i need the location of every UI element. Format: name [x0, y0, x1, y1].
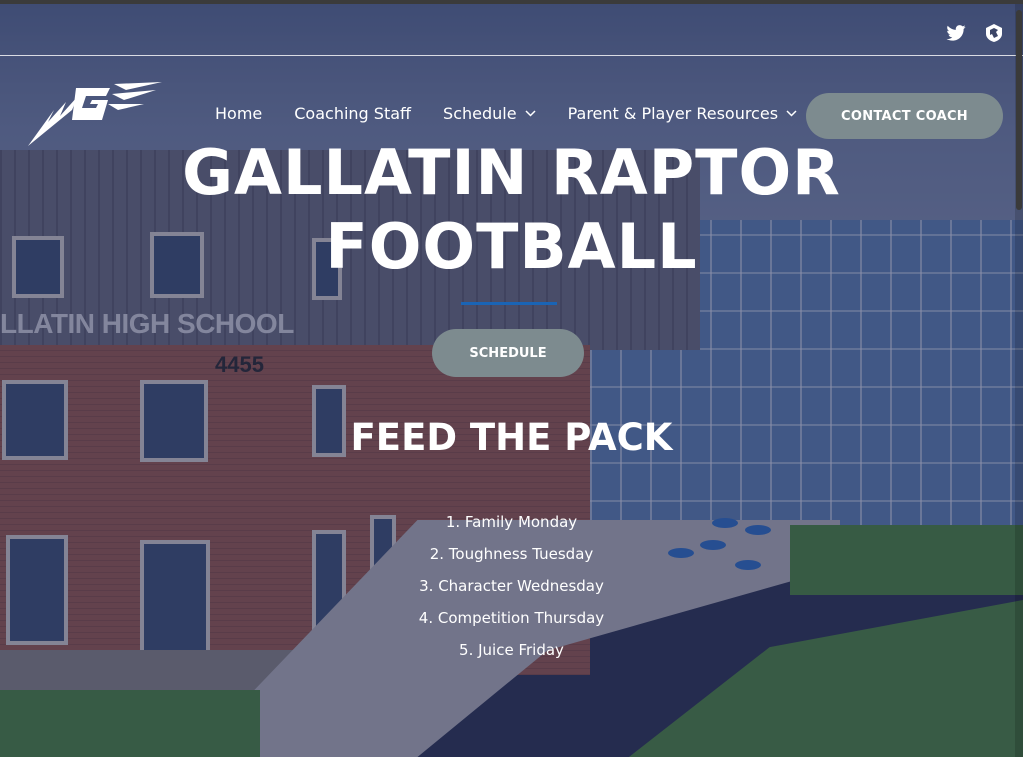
feed-the-pack-heading: FEED THE PACK [350, 416, 673, 459]
hudl-icon[interactable] [983, 22, 1005, 44]
list-item: 5. Juice Friday [459, 641, 564, 659]
twitter-icon[interactable] [945, 22, 967, 44]
list-item: 3. Character Wednesday [419, 577, 604, 595]
scrollbar-track[interactable] [1015, 4, 1023, 757]
nav-coaching-staff[interactable]: Coaching Staff [294, 104, 411, 123]
list-item: 2. Toughness Tuesday [429, 545, 594, 563]
accent-divider [461, 302, 557, 305]
main-nav: Home Coaching Staff Schedule Parent & Pl… [215, 104, 829, 123]
title-line-2: FOOTBALL [325, 210, 698, 283]
scrollbar-thumb[interactable] [1016, 10, 1022, 210]
title-line-1: GALLATIN RAPTOR [182, 136, 841, 209]
schedule-button[interactable]: SCHEDULE [432, 329, 584, 377]
list-item: 1. Family Monday [445, 513, 578, 531]
nav-parent-player-resources[interactable]: Parent & Player Resources [568, 104, 797, 123]
list-item: 4. Competition Thursday [418, 609, 605, 627]
contact-coach-button[interactable]: CONTACT COACH [806, 93, 1003, 139]
chevron-down-icon [525, 110, 536, 117]
nav-home[interactable]: Home [215, 104, 262, 123]
chevron-down-icon [786, 110, 797, 117]
weekly-themes-list: 1. Family Monday 2. Toughness Tuesday 3.… [0, 510, 1023, 670]
nav-schedule[interactable]: Schedule [443, 104, 536, 123]
top-bar [0, 4, 1023, 56]
page-title: GALLATIN RAPTOR FOOTBALL [0, 136, 1023, 284]
